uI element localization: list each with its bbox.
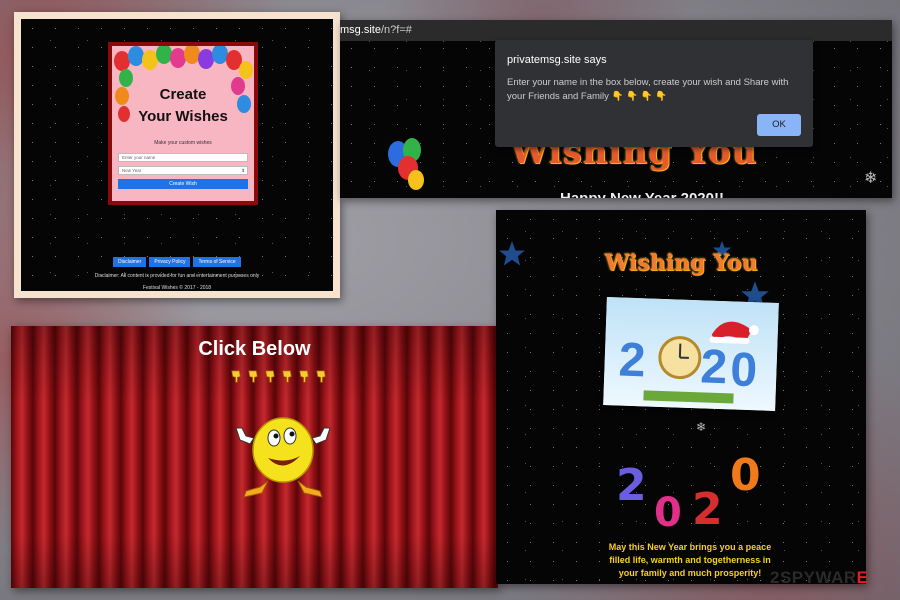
- svg-text:2: 2: [692, 484, 723, 530]
- copyright-text: Festival Wishes © 2017 - 2018: [142, 285, 212, 291]
- pointing-down-hand-icon: [282, 370, 292, 383]
- disclaimer-text: Disclaimer: All content is provided for …: [94, 273, 260, 279]
- clock-2020-icon: 2 2 0: [603, 297, 779, 411]
- alert-dialog: privatemsg.site says Enter your name in …: [495, 40, 813, 147]
- greeting-screenshot: Wishing You 2 2 0 2 0 2 0 May this New Y…: [496, 210, 866, 584]
- wish-card: Create Your Wishes Make your custom wish…: [108, 42, 258, 205]
- click-below-heading: Click Below: [198, 338, 311, 360]
- background-subheading: Happy New Year 2020!!: [560, 190, 724, 198]
- click-below-screenshot: Click Below: [11, 326, 498, 588]
- balloons-icon: [388, 138, 424, 190]
- create-wishes-subtitle: Make your custom wishes: [154, 140, 212, 146]
- occasion-select[interactable]: New Year ⬍: [118, 166, 248, 175]
- pointing-down-hand-icon: [316, 370, 326, 383]
- svg-text:2: 2: [616, 460, 647, 511]
- name-input[interactable]: Enter your name: [118, 153, 248, 162]
- occasion-select-value: New Year: [122, 168, 142, 173]
- url-host: msg.site: [340, 24, 381, 36]
- browser-alert-screenshot: msg.site/n?f=# Wishing You Happy New Yea…: [340, 20, 892, 198]
- spyware-watermark: 2SPYWARE: [770, 568, 869, 587]
- create-wishes-page: Create Your Wishes Make your custom wish…: [21, 19, 333, 291]
- new-year-2020-image: 2 2 0: [603, 297, 779, 411]
- dialog-title: privatemsg.site says: [507, 54, 607, 66]
- smiley-thumbs-up-icon[interactable]: [226, 406, 341, 501]
- privacy-policy-link[interactable]: Privacy Policy: [149, 257, 191, 267]
- svg-text:2: 2: [700, 340, 729, 394]
- select-arrow-icon: ⬍: [241, 168, 245, 173]
- pointing-down-hand-icon: [299, 370, 309, 383]
- create-wish-button[interactable]: Create Wish: [118, 179, 248, 189]
- dialog-message: Enter your name in the box below, create…: [507, 77, 789, 102]
- svg-text:0: 0: [730, 343, 759, 397]
- pointing-down-hand-icon: [265, 370, 275, 383]
- pointing-down-hand-icon: [248, 370, 258, 383]
- greeting-message: May this New Year brings you a peace fil…: [608, 542, 772, 578]
- year-2020-graphic: 2 0 2 0: [616, 450, 761, 530]
- create-wishes-title: Create Your Wishes: [138, 86, 228, 125]
- snowflake-icon: ❄: [696, 420, 707, 434]
- address-bar[interactable]: msg.site/n?f=#: [340, 20, 892, 41]
- snowflake-icon: ❄: [864, 170, 878, 187]
- pointing-hands: [229, 369, 329, 384]
- terms-of-service-link[interactable]: Terms of Service: [193, 257, 241, 267]
- footer-links: Disclaimer Privacy Policy Terms of Servi…: [113, 257, 241, 267]
- svg-text:0: 0: [730, 450, 761, 501]
- url-path: /n?f=#: [380, 24, 412, 36]
- ok-button[interactable]: OK: [757, 114, 801, 136]
- pointing-down-hand-icon: [231, 370, 241, 383]
- svg-text:0: 0: [654, 490, 682, 530]
- create-wishes-screenshot: Create Your Wishes Make your custom wish…: [14, 12, 340, 298]
- greeting-heading: Wishing You: [604, 250, 758, 276]
- disclaimer-link[interactable]: Disclaimer: [113, 257, 147, 267]
- svg-text:2: 2: [618, 333, 647, 387]
